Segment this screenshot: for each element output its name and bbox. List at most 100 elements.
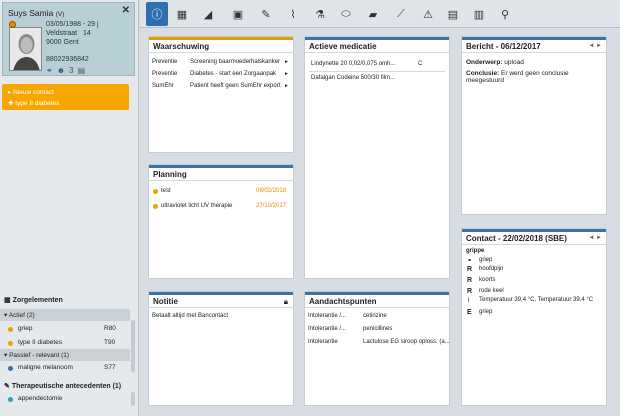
patient-address: Veldstraat 14 [46,30,91,37]
dot-icon [8,327,13,332]
dot-icon [8,341,13,346]
list-item[interactable]: griep R80 [0,323,130,335]
patient-birth: 03/05/1988 - 29 j [46,21,99,28]
divider [309,71,445,72]
close-icon[interactable]: ✕ [122,5,130,16]
arrow-right-icon[interactable]: ► [284,83,289,89]
aandacht-type: Intolerantie /... [308,313,347,319]
contact-row[interactable]: griep [479,309,492,315]
status-badge-icon [9,21,16,28]
camera-icon[interactable]: ▣ [228,4,248,24]
planning-date: 27/10/2017 [256,203,287,209]
warning-text: Patient heeft geen SumEhr export [190,83,281,89]
bandage-icon[interactable]: ▰ [363,4,383,24]
link-icon[interactable]: ⚭ [46,66,53,75]
pager-arrows-icon[interactable]: ◄ ► [588,235,602,241]
contact-tag: R [467,266,473,273]
link-icon: ⚭ [467,258,473,264]
syringe-icon[interactable]: ⟋ [391,4,411,24]
contact-row[interactable]: koorts [479,277,495,283]
patient-icon-row: ⚭ ☻ 3 ▤ [46,66,85,75]
users-icon[interactable]: ☻ [57,66,65,75]
aandacht-type: Intolerantie /... [308,326,347,332]
aandacht-row[interactable]: penicillines [363,326,392,332]
chart-icon[interactable]: ⌇ [283,4,303,24]
contact-row[interactable]: rode keel [479,288,504,294]
warning-icon[interactable]: ⚠ [418,4,438,24]
zorgelementen-title: ▦ Zorgelementen [4,297,63,304]
contact-row[interactable]: Temperatuur 39,4 °C, Temperatuur 39,4 °C [479,297,593,303]
pager-arrows-icon[interactable]: ◄ ► [588,43,602,49]
panel-title: Planning [153,170,187,179]
warning-text: Diabetes - start een Zorgaanpak [190,71,277,77]
notitie-text[interactable]: Betaalt altijd met Bancontact [152,313,228,319]
patient-photo [9,27,42,71]
panel-title: Waarschuwing [153,42,210,51]
medicatie-panel: Actieve medicatie Lindynette 20 0,02/0,0… [304,36,450,279]
pill-icon[interactable]: ⬭ [336,4,356,24]
planning-date: 08/02/2018 [256,188,287,194]
patient-phone: 88022936842 [46,56,89,63]
aandacht-row[interactable]: cetirizine [363,313,387,319]
medication-code: C [418,61,423,67]
edit-icon[interactable]: ✎ [256,4,276,24]
panel-title: Actieve medicatie [309,42,377,51]
list-item[interactable]: maligne melanoom S77 [0,362,130,374]
scrollbar[interactable] [131,392,135,406]
warning-row[interactable]: Preventie [152,59,177,65]
bericht-onderwerp: Onderwerp: upload [466,59,524,66]
contact-tag: R [467,288,473,295]
tree-header-passive[interactable]: ▾ Passief - relevant (1) [0,349,130,361]
megaphone-icon[interactable]: ◢ [198,4,218,24]
sidebar: Suys Samia (V) ✕ 03/05/1988 - 29 j Velds… [0,0,139,416]
aandacht-type: Intolerantie [308,339,338,345]
list-icon[interactable]: ▤ [78,66,86,75]
new-contact-button[interactable]: ▸ Nieuw contact ✚ type II diabetes [2,84,129,110]
planning-item[interactable]: ultraviolet licht UV therapie [161,203,232,209]
medication-row[interactable]: Lindynette 20 0,02/0,075 omh... [311,61,395,67]
info-icon[interactable]: ⓘ [146,2,168,26]
patient-city: 9000 Gent [46,39,79,46]
bericht-conclusie: Conclusie: Er werd geen conclusie meeges… [466,70,569,84]
waarschuwing-panel: Waarschuwing Preventie Screening baarmoe… [148,36,294,153]
aandacht-panel: Aandachtspunten Intolerantie /... cetiri… [304,291,450,406]
warning-row[interactable]: Preventie [152,71,177,77]
notitie-panel: Notitie 🔒︎ Betaalt altijd met Bancontact [148,291,294,406]
flask-icon[interactable]: ⚗ [310,4,330,24]
planning-panel: Planning test 08/02/2018 ultraviolet lic… [148,164,294,279]
arrow-right-icon[interactable]: ► [284,71,289,77]
medication-row[interactable]: Dafalgan Codeine 500/30 film... [311,75,395,81]
new-contact-label: ▸ Nieuw contact [8,89,54,96]
list-item[interactable]: type II diabetes T90 [0,337,130,349]
chart-icon: ⌇ [467,298,470,304]
panel-title: Aandachtspunten [309,297,377,306]
panel-title: Notitie [153,297,178,306]
book-icon[interactable]: ▥ [469,4,489,24]
dot-icon [153,189,158,194]
dot-icon [8,397,13,402]
stethoscope-icon[interactable]: ⚲ [495,4,515,24]
film-icon[interactable]: ▦ [172,4,192,24]
planning-item[interactable]: test [161,188,171,194]
contact-panel: Contact - 22/02/2018 (SBE) ◄ ► grippe ⚭ … [461,228,607,406]
list-item[interactable]: appendectomie [0,393,130,405]
tree-header-active[interactable]: ▾ Actief (2) [0,309,130,321]
panel-title: Contact - 22/02/2018 (SBE) [466,234,567,243]
lock-icon[interactable]: 🔒︎ [284,297,288,307]
new-contact-sub[interactable]: ✚ type II diabetes [8,99,59,107]
warning-text: Screening baarmoederhalskanker [190,59,281,65]
arrow-right-icon[interactable]: ► [284,59,289,65]
contact-heading: grippe [466,248,485,254]
patient-card[interactable]: Suys Samia (V) ✕ 03/05/1988 - 29 j Velds… [2,2,135,76]
panel-title: Bericht - 06/12/2017 [466,42,541,51]
contact-row[interactable]: griep [479,257,492,263]
contact-row[interactable]: hoofdpijn [479,266,503,272]
warning-row[interactable]: SumEhr [152,83,174,89]
aandacht-row[interactable]: Lactulose EG siroop oploss. (a... [363,339,450,345]
dot-icon [8,366,13,371]
contact-tag: R [467,277,473,284]
count-badge: 3 [69,66,74,75]
document-icon[interactable]: ▤ [443,4,463,24]
therapeutische-title: ✎ Therapeutische antecedenten (1) [4,383,122,390]
scrollbar[interactable] [131,320,135,372]
